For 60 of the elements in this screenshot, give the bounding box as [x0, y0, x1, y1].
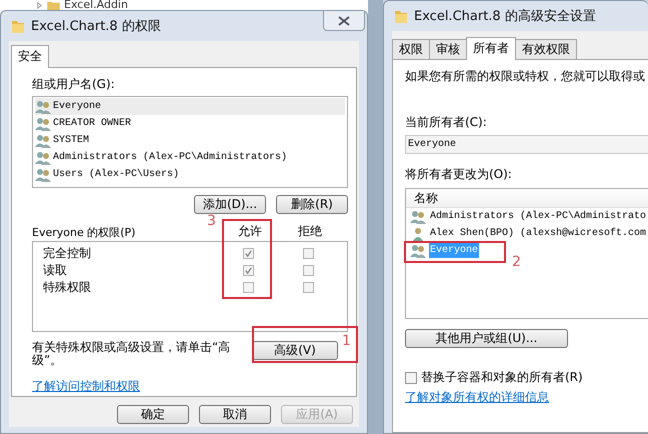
user-group-icon	[410, 210, 426, 224]
window-title: Excel.Chart.8 的权限	[31, 18, 161, 35]
dialog-button[interactable]: 取消	[199, 405, 271, 424]
dialog-button[interactable]: 添加(D)...	[194, 195, 266, 214]
tab[interactable]: 有效权限	[515, 39, 577, 59]
close-button[interactable]	[323, 11, 365, 31]
expand-arrow-icon[interactable]	[36, 2, 43, 8]
user-group-icon	[35, 100, 51, 114]
checkbox[interactable]	[303, 282, 314, 293]
field-label: 组或用户名(G):	[32, 76, 116, 92]
checkbox[interactable]	[303, 265, 314, 276]
user-list-item[interactable]: Administrators (Alex-PC\Administrators)	[35, 149, 345, 166]
advanced-button[interactable]: 高级(V)	[252, 341, 338, 360]
dialog-button[interactable]: 确定	[117, 405, 189, 424]
step-number: 1	[342, 334, 351, 348]
user-list-item[interactable]: SYSTEM	[35, 132, 345, 149]
column-header[interactable]: 名称	[406, 189, 648, 208]
window-title: Excel.Chart.8 的高级安全设置	[414, 8, 596, 25]
tab[interactable]: 安全	[11, 45, 49, 68]
checkbox[interactable]	[243, 248, 254, 259]
intro-text: 如果您有所需的权限或特权，您就可以取得或	[405, 68, 646, 85]
checkbox[interactable]	[303, 248, 314, 259]
field-label: Everyone 的权限(P)	[32, 225, 136, 240]
user-list-item[interactable]: CREATOR OWNER	[35, 115, 345, 132]
user-group-icon	[410, 244, 426, 258]
user-group-icon	[35, 150, 51, 164]
column-header: 允许	[237, 223, 263, 240]
owner-list-item[interactable]: Alex Shen(BPO) (alexsh@wicresoft.com	[429, 226, 648, 241]
help-link[interactable]: 了解访问控制和权限	[32, 378, 348, 395]
permission-name: 特殊权限	[42, 279, 92, 296]
user-list-item[interactable]: Users (Alex-PC\Users)	[35, 166, 345, 183]
step-number: 2	[512, 255, 521, 269]
help-link[interactable]: 了解对象所有权的详细信息	[405, 389, 648, 406]
column-header: 拒绝	[297, 223, 323, 240]
tab[interactable]: 审核	[429, 39, 467, 59]
step-number: 3	[207, 214, 216, 228]
permission-name: 完全控制	[42, 245, 92, 262]
field-label: 将所有者更改为(O):	[405, 166, 513, 183]
user-group-icon	[35, 168, 51, 182]
field-label: 当前所有者(C):	[405, 114, 488, 131]
checkbox[interactable]	[405, 372, 417, 384]
user-icon	[410, 226, 426, 240]
owner-list-item[interactable]: Administrators (Alex-PC\Administrato	[429, 209, 648, 224]
user-list-item[interactable]: Everyone	[35, 98, 345, 115]
current-owner-field: Everyone	[405, 135, 648, 154]
tab[interactable]: 所有者	[466, 37, 516, 60]
tab[interactable]: 权限	[392, 39, 430, 59]
checkbox[interactable]	[243, 265, 254, 276]
tree-item[interactable]: Excel.Addin	[64, 0, 128, 10]
permission-name: 读取	[42, 262, 68, 279]
user-group-icon	[35, 134, 51, 148]
close-icon	[338, 16, 350, 26]
folder-icon	[394, 8, 408, 24]
hint-text: 有关特殊权限或高级设置，请单击“高级”。	[32, 341, 232, 367]
other-users-button[interactable]: 其他用户或组(U)...	[405, 329, 568, 348]
checkbox[interactable]	[243, 282, 254, 293]
folder-icon	[11, 18, 25, 34]
dialog-button[interactable]: 删除(R)	[276, 195, 348, 214]
user-group-icon	[35, 116, 51, 130]
checkbox-label: 替换子容器和对象的所有者(R)	[421, 369, 583, 386]
